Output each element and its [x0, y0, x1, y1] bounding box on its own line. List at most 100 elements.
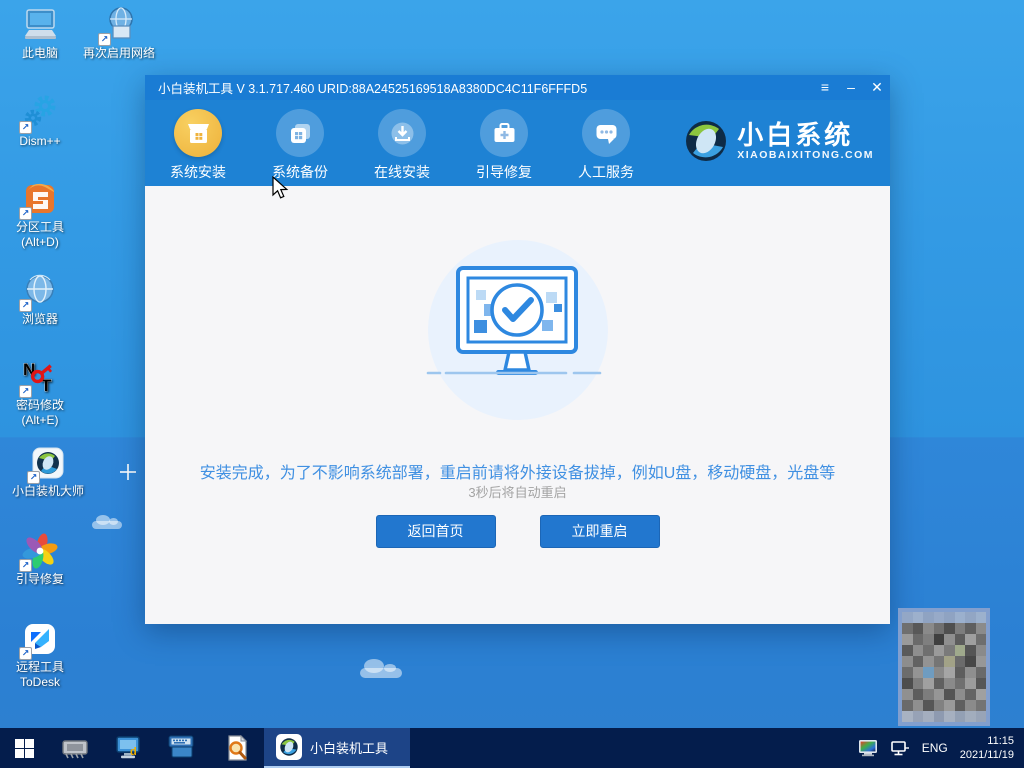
network-globe-icon: ↗: [98, 6, 138, 46]
brand-name: 小白系统: [737, 120, 854, 150]
partition-tool-icon: ↗: [19, 180, 59, 220]
magnifier-document-icon: [228, 734, 248, 761]
taskbar-display-tool[interactable]: d: [102, 728, 156, 768]
brand-domain: XIAOBAIXITONG.COM: [737, 149, 874, 161]
taskbar-osk-tool[interactable]: [156, 728, 210, 768]
desktop-icon-boot-repair[interactable]: ↗ 引导修复: [0, 532, 80, 587]
windows-logo-icon: [14, 738, 34, 758]
shortcut-arrow-icon: ↗: [19, 121, 32, 134]
tab-human-service[interactable]: 人工服务: [555, 100, 657, 186]
desktop-icon-label: 分区工具: [15, 220, 64, 234]
close-icon[interactable]: ✕: [864, 75, 890, 100]
chat-bubble-icon: [582, 109, 630, 157]
gears-icon: ↗: [19, 94, 59, 134]
desktop-icon-label: 远程工具: [15, 660, 64, 674]
tab-label: 人工服务: [578, 164, 634, 180]
tab-system-backup[interactable]: 系统备份: [249, 100, 351, 186]
window-title: 小白装机工具 V 3.1.717.460 URID:88A24525169518…: [158, 82, 588, 96]
auto-restart-countdown: 3秒后将自动重启: [468, 485, 567, 500]
cloud-decor: [360, 659, 402, 678]
shortcut-arrow-icon: ↗: [19, 385, 32, 398]
desktop-icon-network[interactable]: ↗ 再次启用网络: [76, 6, 162, 61]
window-titlebar: 小白装机工具 V 3.1.717.460 URID:88A24525169518…: [145, 75, 890, 100]
desktop-icon-label2: (Alt+E): [21, 413, 59, 427]
qr-pixel-grid: [902, 612, 986, 722]
tray-display-color-icon[interactable]: [858, 739, 878, 757]
password-key-icon: NT ↗: [19, 358, 59, 398]
taskbar-memory-tool[interactable]: [48, 728, 102, 768]
taskbar-app-xiaobai[interactable]: 小白装机工具: [264, 728, 411, 768]
desktop-icon-this-pc[interactable]: 此电脑: [0, 6, 80, 61]
taskbar-search-doc-tool[interactable]: [210, 728, 264, 768]
desktop-icon-password-edit[interactable]: NT ↗ 密码修改 (Alt+E): [0, 358, 80, 428]
display-settings-icon: d: [116, 736, 140, 759]
tab-bar: 系统安装 系统备份 在线安装 引导修复 人工服务 小白系统 XIAOBAIXIT…: [145, 100, 890, 186]
shortcut-arrow-icon: ↗: [27, 471, 40, 484]
window-body: 安装完成，为了不影响系统部署，重启前请将外接设备拔掉，例如U盘，移动硬盘，光盘等…: [145, 186, 890, 624]
tab-label: 系统安装: [170, 164, 226, 180]
desktop-icon-label: 密码修改: [15, 398, 64, 412]
this-pc-icon: [21, 6, 59, 44]
pinwheel-icon: ↗: [19, 532, 59, 572]
shortcut-arrow-icon: ↗: [19, 647, 32, 660]
return-home-button[interactable]: 返回首页: [375, 515, 496, 548]
todesk-icon: ↗: [19, 620, 59, 660]
keyboard-monitor-icon: [168, 735, 194, 758]
brand-logo: 小白系统 XIAOBAIXITONG.COM: [683, 118, 874, 164]
shortcut-arrow-icon: ↗: [19, 559, 32, 572]
toolbox-plus-icon: [480, 109, 528, 157]
start-button[interactable]: [0, 728, 48, 768]
language-indicator[interactable]: ENG: [922, 741, 948, 755]
desktop-icon-label: 小白装机大师: [11, 484, 84, 498]
shortcut-arrow-icon: ↗: [19, 299, 32, 312]
taskbar-clock[interactable]: 11:15 2021/11/19: [960, 734, 1014, 762]
tray-network-icon[interactable]: [890, 740, 910, 757]
tab-online-install[interactable]: 在线安装: [351, 100, 453, 186]
menu-icon[interactable]: ≡: [812, 75, 838, 100]
download-icon: [378, 109, 426, 157]
cloud-decor: [92, 515, 122, 529]
svg-text:d: d: [130, 746, 137, 758]
memory-chip-icon: [62, 740, 88, 759]
desktop-icon-label: Dism++: [19, 134, 61, 148]
sparkle-decor: [120, 464, 136, 480]
xiaobai-app-icon-small: [276, 734, 302, 760]
desktop-icon-partition-tool[interactable]: ↗ 分区工具 (Alt+D): [0, 180, 80, 250]
shortcut-arrow-icon: ↗: [19, 207, 32, 220]
brand-text: 小白系统 XIAOBAIXITONG.COM: [737, 121, 874, 161]
desktop-icon-label: 再次启用网络: [82, 46, 155, 60]
desktop: 此电脑 ↗ 再次启用网络 ↗ Dism++ ↗ 分区工具 (Alt+D) ↗ 浏…: [0, 0, 1024, 768]
clock-date: 2021/11/19: [959, 749, 1014, 761]
taskbar: d 小白装机工具 ENG 11:15 2021/11/19: [0, 728, 1024, 768]
mouse-cursor: [272, 175, 290, 207]
xiaobai-tool-window: 小白装机工具 V 3.1.717.460 URID:88A24525169518…: [145, 75, 890, 624]
tab-label: 引导修复: [476, 164, 532, 180]
tab-boot-repair[interactable]: 引导修复: [453, 100, 555, 186]
desktop-icon-todesk[interactable]: ↗ 远程工具 ToDesk: [0, 620, 80, 690]
completion-message: 安装完成，为了不影响系统部署，重启前请将外接设备拔掉，例如U盘，移动硬盘，光盘等: [199, 465, 836, 482]
desktop-icon-label2: (Alt+D): [21, 235, 59, 249]
browser-globe-icon: ↗: [19, 272, 59, 312]
desktop-icon-label: 此电脑: [21, 46, 58, 60]
backup-windows-icon: [276, 109, 324, 157]
qr-code-blurred: [898, 608, 990, 726]
system-tray: ENG 11:15 2021/11/19: [858, 734, 1024, 762]
desktop-icon-xiaobai-master[interactable]: ↗ 小白装机大师: [0, 444, 96, 499]
tab-label: 在线安装: [374, 164, 430, 180]
shortcut-arrow-icon: ↗: [98, 33, 111, 46]
desktop-icon-label2: ToDesk: [19, 675, 60, 689]
desktop-icon-label: 引导修复: [15, 572, 64, 586]
desktop-icon-label: 浏览器: [21, 312, 58, 326]
install-box-icon: [174, 109, 222, 157]
install-complete-illustration: [388, 238, 648, 443]
clock-time: 11:15: [987, 735, 1014, 747]
tab-system-install[interactable]: 系统安装: [147, 100, 249, 186]
xiaobai-app-icon: ↗: [27, 444, 67, 484]
minimize-icon[interactable]: –: [838, 75, 864, 100]
button-row: 返回首页 立即重启: [145, 515, 890, 548]
restart-now-button[interactable]: 立即重启: [539, 515, 660, 548]
desktop-icon-browser[interactable]: ↗ 浏览器: [0, 272, 80, 327]
taskbar-app-label: 小白装机工具: [310, 740, 389, 756]
desktop-icon-dism[interactable]: ↗ Dism++: [0, 94, 80, 149]
xiaobai-logo-icon: [686, 121, 727, 161]
